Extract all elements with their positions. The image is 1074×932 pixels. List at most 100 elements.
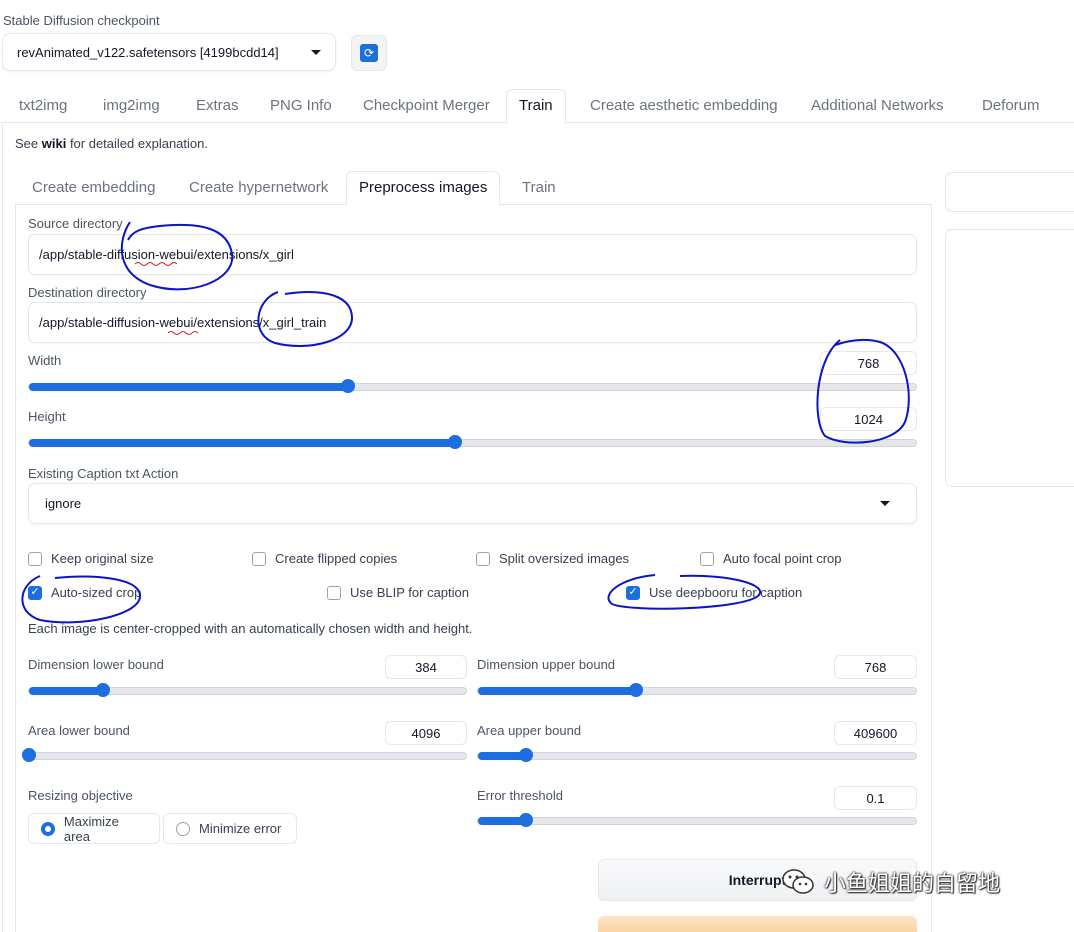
height-slider[interactable] [28, 435, 917, 449]
check-icon: ✓ [626, 585, 640, 600]
checkbox-box [252, 551, 266, 566]
top-tab-bar: txt2img img2img Extras PNG Info Checkpoi… [0, 89, 1074, 124]
area-lower-number-input[interactable]: 4096 [385, 721, 467, 745]
area-lower-slider[interactable] [22, 748, 467, 762]
height-slider-fill [29, 439, 455, 447]
use-deepbooru-label: Use deepbooru for caption [649, 585, 803, 600]
radio-maximize-area[interactable]: Maximize area [28, 813, 160, 844]
tab-additional-networks[interactable]: Additional Networks [799, 90, 956, 122]
tab-train[interactable]: Train [506, 89, 566, 124]
auto-focal-crop-checkbox[interactable]: Auto focal point crop [700, 551, 842, 566]
area-lower-slider-thumb[interactable] [22, 748, 36, 762]
tab-png-info[interactable]: PNG Info [258, 90, 344, 122]
area-upper-label: Area upper bound [477, 723, 582, 738]
split-oversized-checkbox[interactable]: Split oversized images [476, 551, 629, 566]
radio-dot [176, 821, 190, 836]
caption-action-label: Existing Caption txt Action [28, 466, 179, 481]
autocrop-note: Each image is center-cropped with an aut… [28, 621, 473, 636]
caption-action-selected: ignore [45, 496, 82, 511]
tab-txt2img[interactable]: txt2img [7, 90, 79, 122]
create-flipped-copies-label: Create flipped copies [275, 551, 398, 566]
width-label: Width [28, 353, 62, 368]
chevron-down-icon [311, 49, 321, 55]
checkpoint-select[interactable]: revAnimated_v122.safetensors [4199bcdd14… [2, 33, 336, 71]
area-upper-slider-thumb[interactable] [519, 748, 534, 762]
error-threshold-number-input[interactable]: 0.1 [834, 786, 917, 810]
width-number-input[interactable]: 768 [820, 351, 917, 375]
checkbox-box [28, 551, 42, 566]
dim-lower-number-input[interactable]: 384 [385, 655, 467, 679]
preprocess-button[interactable] [598, 916, 917, 932]
height-label: Height [28, 409, 66, 424]
dim-upper-number-input[interactable]: 768 [834, 655, 917, 679]
checkbox-box [327, 585, 341, 600]
area-upper-number-input[interactable]: 409600 [834, 721, 917, 745]
error-threshold-slider[interactable] [477, 813, 917, 827]
dim-lower-slider[interactable] [28, 683, 467, 697]
tab-create-hypernetwork[interactable]: Create hypernetwork [177, 172, 340, 204]
checkbox-box [700, 551, 714, 566]
area-upper-slider[interactable] [477, 748, 917, 762]
auto-sized-crop-checkbox[interactable]: ✓ Auto-sized crop [28, 585, 141, 600]
keep-original-size-label: Keep original size [51, 551, 154, 566]
wiki-link[interactable]: wiki [42, 136, 67, 151]
wechat-icon [782, 869, 814, 894]
dest-dir-input[interactable]: /app/stable-diffusion-webui/extensions/x… [28, 302, 917, 343]
use-blip-checkbox[interactable]: Use BLIP for caption [327, 585, 469, 600]
minimize-error-label: Minimize error [199, 821, 282, 836]
error-threshold-label: Error threshold [477, 788, 563, 803]
dim-lower-slider-thumb[interactable] [96, 683, 111, 697]
dim-lower-slider-fill [29, 687, 104, 695]
checkbox-box [476, 551, 490, 566]
chevron-down-icon [880, 501, 890, 506]
dim-upper-label: Dimension upper bound [477, 657, 616, 672]
height-slider-thumb[interactable] [447, 435, 462, 449]
tab-img2img[interactable]: img2img [91, 90, 172, 122]
train-sub-tab-bar: Create embedding Create hypernetwork Pre… [15, 171, 931, 206]
wiki-suffix: for detailed explanation. [66, 136, 208, 151]
create-flipped-copies-checkbox[interactable]: Create flipped copies [252, 551, 397, 566]
dim-upper-slider-fill [478, 687, 636, 695]
right-info-box [945, 172, 1074, 212]
dim-lower-label: Dimension lower bound [28, 657, 164, 672]
area-lower-label: Area lower bound [28, 723, 130, 738]
tab-preprocess-images[interactable]: Preprocess images [346, 171, 501, 206]
height-number-input[interactable]: 1024 [820, 407, 917, 431]
auto-focal-crop-label: Auto focal point crop [723, 551, 842, 566]
refresh-checkpoint-button[interactable]: ⟳ [351, 35, 387, 71]
auto-sized-crop-label: Auto-sized crop [51, 585, 142, 600]
resizing-objective-label: Resizing objective [28, 788, 133, 803]
check-icon: ✓ [28, 585, 42, 600]
width-slider[interactable] [28, 379, 917, 393]
width-slider-fill [29, 383, 349, 391]
tab-create-aesthetic-embedding[interactable]: Create aesthetic embedding [578, 90, 790, 122]
tab-create-embedding[interactable]: Create embedding [20, 172, 167, 204]
source-dir-label: Source directory [28, 216, 123, 231]
dim-upper-slider-thumb[interactable] [628, 683, 643, 697]
tab-deforum[interactable]: Deforum [970, 90, 1052, 122]
source-dir-input[interactable]: /app/stable-diffusion-webui/extensions/x… [28, 234, 917, 275]
split-oversized-label: Split oversized images [499, 551, 630, 566]
watermark: 小鱼姐姐的自留地 [780, 866, 1000, 898]
tab-checkpoint-merger[interactable]: Checkpoint Merger [351, 90, 502, 122]
refresh-icon: ⟳ [360, 44, 378, 62]
use-blip-label: Use BLIP for caption [350, 585, 469, 600]
caption-action-select[interactable]: ignore [28, 483, 917, 524]
wiki-note: See wiki for detailed explanation. [15, 136, 208, 151]
right-output-box [945, 229, 1074, 487]
maximize-area-label: Maximize area [63, 813, 119, 844]
error-threshold-slider-thumb[interactable] [519, 813, 534, 827]
radio-dot [41, 821, 55, 836]
dim-upper-slider[interactable] [477, 683, 917, 697]
keep-original-size-checkbox[interactable]: Keep original size [28, 551, 154, 566]
radio-minimize-error[interactable]: Minimize error [163, 813, 297, 844]
checkpoint-selected: revAnimated_v122.safetensors [4199bcdd14… [17, 44, 279, 60]
dest-dir-label: Destination directory [28, 285, 147, 300]
tab-extras[interactable]: Extras [184, 90, 251, 122]
tab-train-sub[interactable]: Train [510, 172, 568, 204]
watermark-text: 小鱼姐姐的自留地 [824, 871, 1001, 896]
width-slider-thumb[interactable] [341, 379, 356, 393]
checkpoint-label: Stable Diffusion checkpoint [3, 13, 160, 28]
wiki-prefix: See [15, 136, 42, 151]
use-deepbooru-checkbox[interactable]: ✓ Use deepbooru for caption [626, 585, 802, 600]
